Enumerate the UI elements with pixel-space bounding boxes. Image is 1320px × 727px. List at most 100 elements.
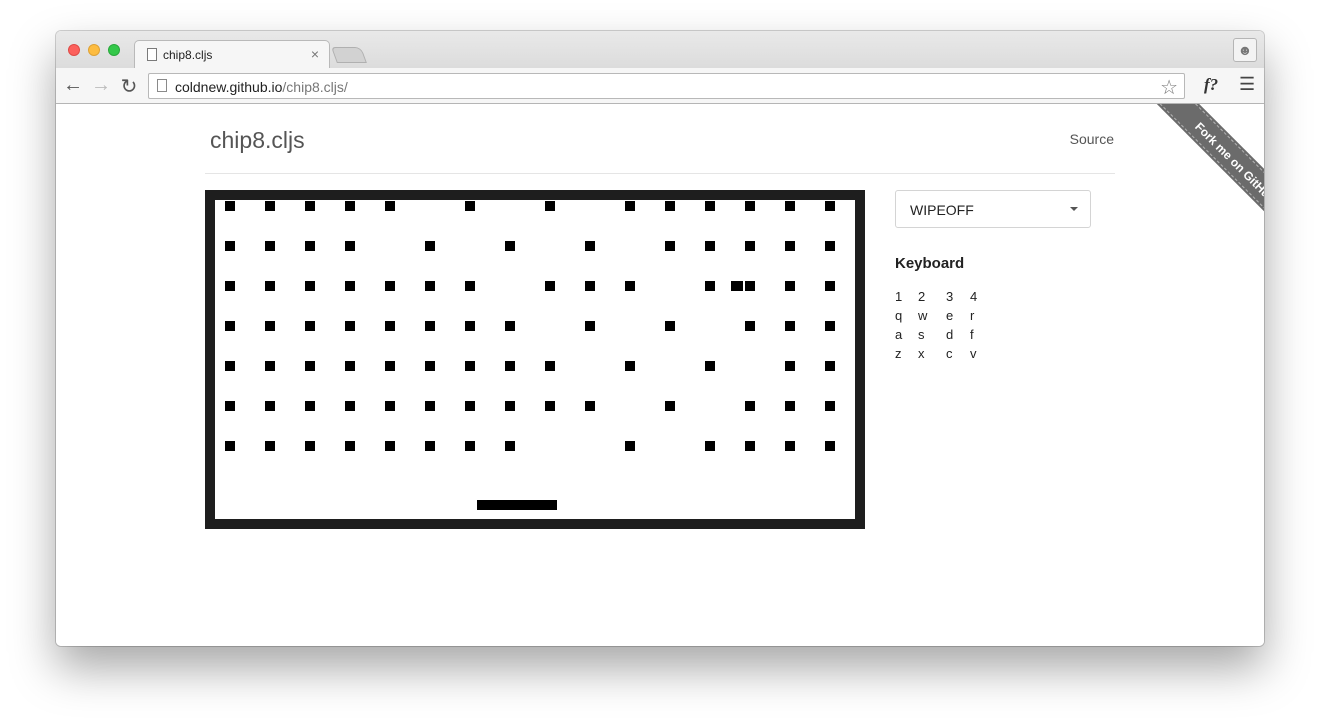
keyboard-key: c — [946, 346, 953, 361]
brick — [545, 281, 555, 291]
brick — [785, 321, 795, 331]
brick — [825, 241, 835, 251]
brick — [425, 241, 435, 251]
brick — [345, 361, 355, 371]
brick — [465, 441, 475, 451]
brick — [345, 321, 355, 331]
brick — [465, 281, 475, 291]
keyboard-key: s — [918, 327, 925, 342]
brick — [705, 281, 715, 291]
source-link[interactable]: Source — [1070, 131, 1114, 147]
brick — [265, 241, 275, 251]
ball — [731, 281, 743, 291]
brick — [225, 361, 235, 371]
brick — [465, 361, 475, 371]
brick — [785, 401, 795, 411]
keyboard-key: w — [918, 308, 928, 323]
brick — [425, 441, 435, 451]
keyboard-key: 1 — [895, 289, 903, 304]
brick — [825, 201, 835, 211]
brick — [465, 321, 475, 331]
brick — [465, 201, 475, 211]
brick — [425, 281, 435, 291]
forward-arrow-icon[interactable]: → — [90, 74, 112, 97]
minimize-window-button[interactable] — [88, 44, 100, 56]
rom-select[interactable]: WIPEOFF — [895, 190, 1091, 228]
brick — [745, 401, 755, 411]
tab-strip: chip8.cljs × ☻ — [56, 31, 1264, 69]
brick — [385, 361, 395, 371]
close-window-button[interactable] — [68, 44, 80, 56]
keyboard-key: v — [970, 346, 977, 361]
url-text: coldnew.github.io/chip8.cljs/ — [175, 79, 348, 95]
brick — [225, 321, 235, 331]
brick — [265, 401, 275, 411]
back-arrow-icon[interactable]: ← — [62, 74, 84, 97]
chip8-screen[interactable] — [205, 190, 865, 529]
rom-select-value: WIPEOFF — [910, 202, 974, 218]
brick — [505, 441, 515, 451]
brick — [225, 281, 235, 291]
keyboard-key: r — [970, 308, 975, 323]
brick — [505, 321, 515, 331]
brick — [825, 441, 835, 451]
brick — [265, 361, 275, 371]
brick — [785, 361, 795, 371]
brick — [505, 241, 515, 251]
keyboard-key: x — [918, 346, 925, 361]
github-ribbon[interactable]: Fork me on GitHub — [1129, 104, 1264, 239]
bookmark-star-icon[interactable]: ☆ — [1160, 75, 1178, 100]
brick — [385, 441, 395, 451]
brick — [665, 401, 675, 411]
close-tab-icon[interactable]: × — [311, 46, 319, 62]
brick — [585, 321, 595, 331]
menu-icon[interactable]: ☰ — [1239, 74, 1255, 95]
extension-button[interactable]: f? — [1204, 75, 1218, 95]
brick — [825, 401, 835, 411]
brick — [785, 241, 795, 251]
brick — [545, 401, 555, 411]
brick — [385, 201, 395, 211]
brick — [705, 201, 715, 211]
brick — [745, 281, 755, 291]
brick — [665, 241, 675, 251]
zoom-window-button[interactable] — [108, 44, 120, 56]
brick — [705, 441, 715, 451]
brick — [585, 241, 595, 251]
brick — [705, 361, 715, 371]
brick — [825, 321, 835, 331]
keyboard-heading: Keyboard — [895, 255, 965, 272]
brick — [625, 361, 635, 371]
keyboard-key: f — [970, 327, 974, 342]
brick — [305, 321, 315, 331]
address-bar[interactable]: coldnew.github.io/chip8.cljs/ ☆ — [148, 73, 1185, 99]
keyboard-key: 3 — [946, 289, 954, 304]
brick — [305, 281, 315, 291]
brick — [665, 321, 675, 331]
header-divider — [205, 173, 1115, 174]
brick — [825, 281, 835, 291]
reload-icon[interactable]: ↻ — [118, 74, 140, 99]
tab-title: chip8.cljs — [163, 48, 213, 62]
brick — [625, 281, 635, 291]
brick — [385, 401, 395, 411]
github-ribbon-label[interactable]: Fork me on GitHub — [1159, 104, 1264, 239]
brick — [305, 361, 315, 371]
brick — [345, 401, 355, 411]
browser-toolbar: ← → ↻ coldnew.github.io/chip8.cljs/ ☆ f?… — [56, 68, 1264, 104]
tab-chip8[interactable]: chip8.cljs × — [134, 40, 330, 69]
brick — [345, 241, 355, 251]
keyboard-key: 2 — [918, 289, 926, 304]
page-icon — [147, 48, 157, 61]
profile-icon[interactable]: ☻ — [1233, 38, 1257, 62]
brick — [305, 201, 315, 211]
brick — [665, 201, 675, 211]
brick — [785, 281, 795, 291]
new-tab-button[interactable] — [331, 47, 367, 63]
chevron-down-icon — [1070, 207, 1078, 211]
brick — [265, 281, 275, 291]
brick — [305, 401, 315, 411]
brick — [225, 241, 235, 251]
keyboard-key: z — [895, 346, 902, 361]
page-title: chip8.cljs — [210, 127, 305, 153]
